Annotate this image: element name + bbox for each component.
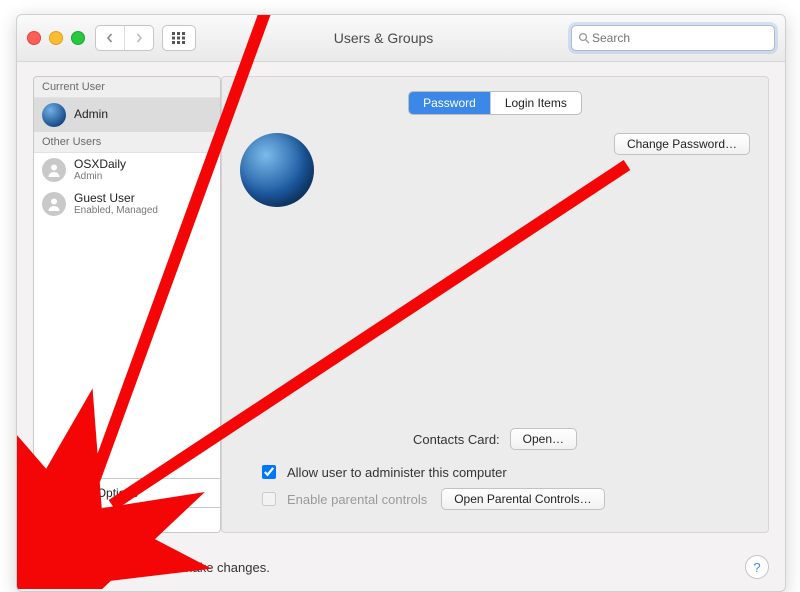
back-button[interactable] bbox=[96, 26, 124, 50]
chevron-right-icon bbox=[134, 33, 144, 43]
login-options-button[interactable]: Login Options bbox=[33, 479, 221, 508]
user-row-current[interactable]: Admin bbox=[34, 98, 220, 132]
earth-avatar-icon bbox=[42, 103, 66, 127]
tab-bar: Password Login Items bbox=[408, 91, 582, 115]
tab-password[interactable]: Password bbox=[409, 92, 490, 114]
preferences-window: Users & Groups Current User Admin bbox=[16, 14, 786, 592]
section-other-users: Other Users bbox=[34, 132, 220, 153]
parental-checkbox-row: Enable parental controls Open Parental C… bbox=[258, 488, 750, 510]
search-field[interactable] bbox=[571, 25, 775, 51]
user-detail-panel: Password Login Items Change Password… Co… bbox=[221, 76, 769, 533]
grid-icon bbox=[172, 32, 186, 44]
help-button[interactable]: ? bbox=[745, 555, 769, 579]
tab-login-items[interactable]: Login Items bbox=[490, 92, 581, 114]
lock-icon[interactable] bbox=[48, 555, 68, 579]
user-row[interactable]: Guest User Enabled, Managed bbox=[34, 187, 220, 221]
open-contacts-button[interactable]: Open… bbox=[510, 428, 577, 450]
sidebar-tools bbox=[33, 508, 221, 533]
minimize-window-button[interactable] bbox=[49, 31, 63, 45]
contacts-card-row: Contacts Card: Open… bbox=[240, 428, 750, 450]
user-row[interactable]: OSXDaily Admin bbox=[34, 153, 220, 187]
plus-icon bbox=[42, 514, 54, 526]
section-current-user: Current User bbox=[34, 77, 220, 98]
gear-icon bbox=[99, 513, 113, 527]
open-parental-button[interactable]: Open Parental Controls… bbox=[441, 488, 604, 510]
login-options-label: Login Options bbox=[64, 486, 138, 500]
chevron-left-icon bbox=[105, 33, 115, 43]
users-list: Current User Admin Other Users OSXDa bbox=[33, 76, 221, 479]
user-picture[interactable] bbox=[240, 133, 314, 207]
admin-checkbox-label: Allow user to administer this computer bbox=[287, 465, 507, 480]
show-all-button[interactable] bbox=[162, 25, 196, 51]
parental-checkbox-label: Enable parental controls bbox=[287, 492, 427, 507]
window-controls bbox=[27, 31, 85, 45]
close-window-button[interactable] bbox=[27, 31, 41, 45]
footer: Click the lock to make changes. ? bbox=[17, 543, 785, 591]
contacts-card-label: Contacts Card: bbox=[413, 432, 500, 447]
change-password-button[interactable]: Change Password… bbox=[614, 133, 750, 155]
lock-hint-text: Click the lock to make changes. bbox=[87, 560, 270, 575]
parental-checkbox[interactable] bbox=[262, 492, 276, 506]
user-name: Admin bbox=[74, 108, 108, 121]
admin-checkbox[interactable] bbox=[262, 465, 276, 479]
admin-checkbox-row: Allow user to administer this computer bbox=[258, 462, 750, 482]
minus-icon bbox=[71, 514, 83, 526]
zoom-window-button[interactable] bbox=[71, 31, 85, 45]
search-input[interactable] bbox=[590, 30, 768, 46]
annotation-lock-highlight bbox=[37, 545, 79, 589]
user-avatar-icon bbox=[42, 192, 66, 216]
window-title: Users & Groups bbox=[196, 30, 571, 46]
home-icon bbox=[42, 485, 58, 501]
remove-user-button[interactable] bbox=[63, 508, 92, 532]
nav-back-forward bbox=[95, 25, 154, 51]
users-sidebar: Current User Admin Other Users OSXDa bbox=[33, 76, 221, 533]
user-role: Enabled, Managed bbox=[74, 205, 158, 216]
user-name: Guest User bbox=[74, 192, 158, 205]
forward-button[interactable] bbox=[124, 26, 153, 50]
search-icon bbox=[578, 32, 590, 44]
content-area: Current User Admin Other Users OSXDa bbox=[17, 62, 785, 543]
user-role: Admin bbox=[74, 171, 126, 182]
user-avatar-icon bbox=[42, 158, 66, 182]
add-user-button[interactable] bbox=[34, 508, 63, 532]
user-actions-button[interactable] bbox=[92, 508, 120, 532]
user-name: OSXDaily bbox=[74, 158, 126, 171]
titlebar: Users & Groups bbox=[17, 15, 785, 62]
